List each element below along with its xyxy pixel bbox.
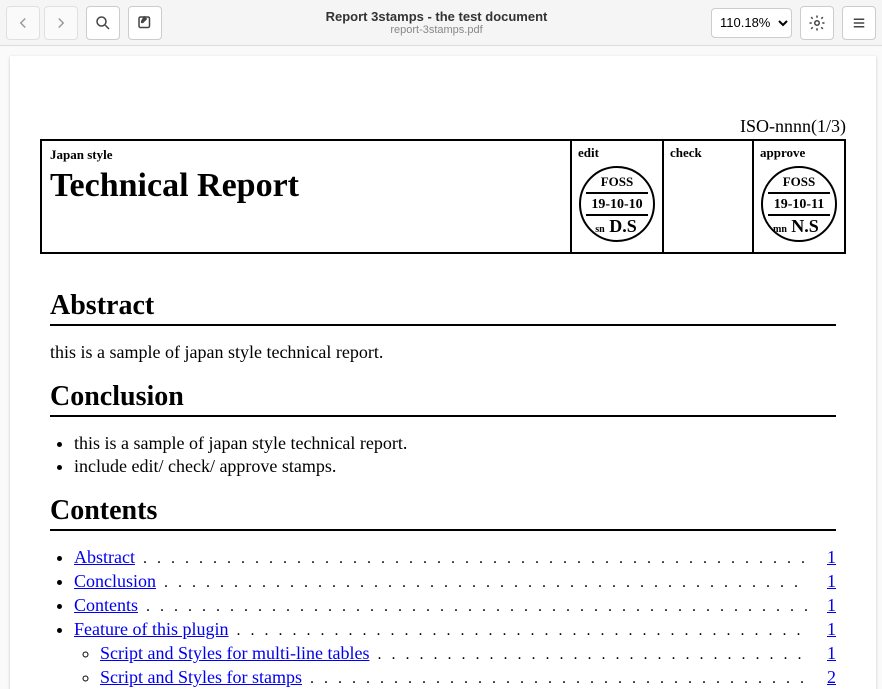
toc-page-link[interactable]: 1 [816,547,836,568]
toc-link[interactable]: Feature of this plugin [74,619,228,640]
edit-stamp-cell: edit FOSS 19-10-10 sn D.S [571,140,663,253]
toc-dots: . . . . . . . . . . . . . . . . . . . . … [377,646,808,664]
contents-heading: Contents [50,495,836,531]
search-icon [94,14,112,32]
toc-item: Script and Styles for multi-line tables.… [100,643,836,664]
window-title: Report 3stamps - the test document repor… [170,9,703,36]
menu-button[interactable] [842,6,876,40]
toc-link[interactable]: Script and Styles for stamps [100,667,302,688]
abstract-paragraph: this is a sample of japan style technica… [50,342,836,363]
toc-link[interactable]: Abstract [74,547,135,568]
svg-text:D.S: D.S [609,216,637,236]
iso-label: ISO-nnnn(1/3) [40,116,846,137]
toc-sublist: Script and Styles for multi-line tables.… [100,643,836,689]
document-main-title: Technical Report [50,167,562,205]
approve-stamp-label: approve [760,145,838,161]
edit-stamp-label: edit [578,145,656,161]
nav-forward-button[interactable] [44,6,78,40]
approve-stamp: FOSS 19-10-11 mn N.S [760,165,838,243]
toc-link[interactable]: Contents [74,595,138,616]
svg-text:FOSS: FOSS [783,174,816,189]
gear-icon [808,14,826,32]
toc-page-link[interactable]: 2 [816,667,836,688]
toc-item: Conclusion . . . . . . . . . . . . . . . … [74,571,836,592]
document-title: Report 3stamps - the test document [170,9,703,24]
toc-dots: . . . . . . . . . . . . . . . . . . . . … [164,574,808,592]
document-body: Abstract this is a sample of japan style… [40,254,846,689]
list-item: include edit/ check/ approve stamps. [74,456,836,477]
conclusion-list: this is a sample of japan style technica… [74,433,836,477]
approve-stamp-cell: approve FOSS 19-10-11 mn N.S [753,140,845,253]
edit-button[interactable] [128,6,162,40]
title-cell: Japan style Technical Report [41,140,571,253]
toc-link[interactable]: Script and Styles for multi-line tables [100,643,369,664]
toc-item: Script and Styles for stamps . . . . . . … [100,667,836,688]
toc-list: Abstract . . . . . . . . . . . . . . . . … [74,547,836,689]
toc-page-link[interactable]: 1 [816,595,836,616]
svg-text:FOSS: FOSS [601,174,634,189]
toc-dots: . . . . . . . . . . . . . . . . . . . . … [236,622,808,640]
zoom-select[interactable]: 110.18% [711,8,792,38]
svg-text:19-10-10: 19-10-10 [591,197,642,212]
document-area: ISO-nnnn(1/3) Japan style Technical Repo… [0,46,882,689]
toc-item: Contents . . . . . . . . . . . . . . . . … [74,595,836,616]
svg-text:N.S: N.S [791,216,819,236]
pdf-page: ISO-nnnn(1/3) Japan style Technical Repo… [10,56,876,689]
toc-item: Feature of this plugin . . . . . . . . . … [74,619,836,689]
header-table: Japan style Technical Report edit FOSS 1… [40,139,846,254]
toc-dots: . . . . . . . . . . . . . . . . . . . . … [146,598,808,616]
document-filename: report-3stamps.pdf [170,24,703,36]
chevron-right-icon [52,14,70,32]
svg-text:mn: mn [773,224,787,235]
toc-item: Abstract . . . . . . . . . . . . . . . . … [74,547,836,568]
search-button[interactable] [86,6,120,40]
hamburger-icon [850,14,868,32]
toc-dots: . . . . . . . . . . . . . . . . . . . . … [310,670,808,688]
abstract-heading: Abstract [50,290,836,326]
toc-page-link[interactable]: 1 [816,571,836,592]
edit-icon [136,14,154,32]
chevron-left-icon [14,14,32,32]
check-stamp-label: check [670,145,746,161]
toc-link[interactable]: Conclusion [74,571,156,592]
edit-stamp: FOSS 19-10-10 sn D.S [578,165,656,243]
toc-page-link[interactable]: 1 [816,619,836,640]
settings-button[interactable] [800,6,834,40]
nav-back-button[interactable] [6,6,40,40]
svg-text:sn: sn [595,224,605,235]
list-item: this is a sample of japan style technica… [74,433,836,454]
check-stamp-cell: check [663,140,753,253]
toc-dots: . . . . . . . . . . . . . . . . . . . . … [143,550,808,568]
toc-page-link[interactable]: 1 [816,643,836,664]
subtitle-label: Japan style [50,147,562,163]
conclusion-heading: Conclusion [50,381,836,417]
toolbar: Report 3stamps - the test document repor… [0,0,882,46]
svg-text:19-10-11: 19-10-11 [774,197,825,212]
